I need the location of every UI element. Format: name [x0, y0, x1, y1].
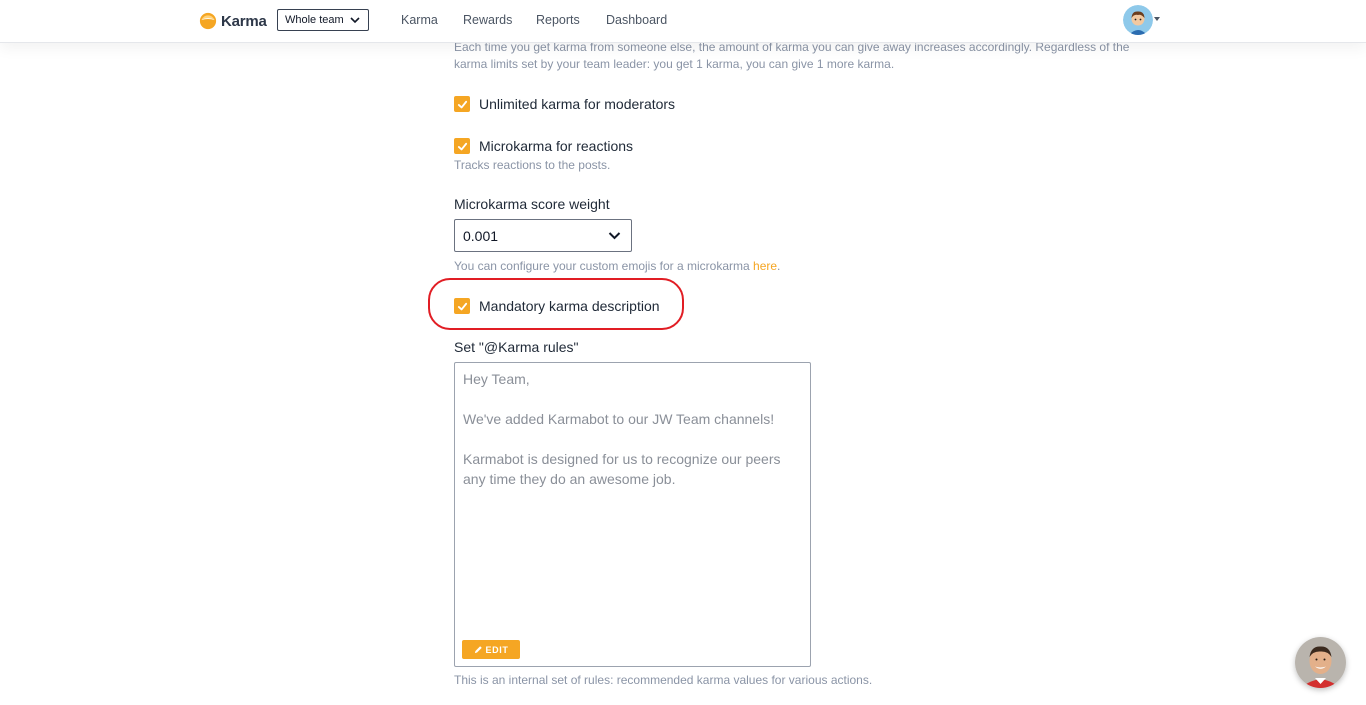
- check-icon: [457, 142, 467, 150]
- karma-intro-text: Each time you get karma from someone els…: [454, 39, 1174, 73]
- karma-rules-textarea[interactable]: Hey Team, We've added Karmabot to our JW…: [454, 362, 811, 667]
- karma-rules-label: Set "@Karma rules": [454, 339, 579, 355]
- nav-dashboard[interactable]: Dashboard: [606, 13, 667, 27]
- nav-reports[interactable]: Reports: [536, 13, 580, 27]
- karma-logo-icon: [199, 12, 217, 30]
- karma-rules-hint: This is an internal set of rules: recomm…: [454, 673, 873, 687]
- team-selector-value: Whole team: [285, 14, 344, 26]
- edit-button-label: EDIT: [485, 644, 509, 655]
- score-weight-hint-text: You can configure your custom emojis for…: [454, 259, 754, 273]
- logo-text: Karma: [221, 12, 267, 30]
- unlimited-karma-checkbox[interactable]: [454, 96, 470, 112]
- unlimited-karma-label: Unlimited karma for moderators: [479, 96, 676, 112]
- nav-rewards[interactable]: Rewards: [463, 13, 512, 27]
- mandatory-description-label: Mandatory karma description: [479, 298, 660, 314]
- microkarma-reactions-hint: Tracks reactions to the posts.: [454, 158, 611, 172]
- top-navigation-bar: Karma Whole team Karma Rewards Reports D…: [0, 0, 1366, 43]
- karma-logo[interactable]: Karma: [199, 11, 267, 31]
- support-chat-avatar[interactable]: [1295, 637, 1346, 688]
- score-weight-hint-suffix: .: [777, 259, 781, 273]
- check-icon: [457, 100, 467, 108]
- pencil-icon: [474, 646, 482, 654]
- avatar-caret-icon[interactable]: [1154, 17, 1160, 21]
- microkarma-reactions-option[interactable]: Microkarma for reactions: [454, 138, 633, 154]
- unlimited-karma-option[interactable]: Unlimited karma for moderators: [454, 96, 675, 112]
- score-weight-label: Microkarma score weight: [454, 196, 610, 212]
- score-weight-select[interactable]: 0.001: [454, 219, 632, 252]
- intro-line-2: karma limits set by your team leader: yo…: [454, 57, 895, 71]
- check-icon: [457, 302, 467, 310]
- score-weight-hint: You can configure your custom emojis for…: [454, 258, 780, 275]
- microkarma-reactions-checkbox[interactable]: [454, 138, 470, 154]
- chevron-down-icon: [350, 17, 360, 24]
- user-avatar[interactable]: [1123, 5, 1153, 35]
- team-selector[interactable]: Whole team: [277, 9, 369, 31]
- nav-karma[interactable]: Karma: [401, 13, 438, 27]
- custom-emojis-link[interactable]: here: [753, 259, 777, 273]
- edit-rules-button[interactable]: EDIT: [462, 640, 520, 659]
- karma-rules-text: Hey Team, We've added Karmabot to our JW…: [463, 371, 781, 487]
- score-weight-value: 0.001: [463, 227, 499, 244]
- microkarma-reactions-label: Microkarma for reactions: [479, 138, 634, 154]
- mandatory-description-option[interactable]: Mandatory karma description: [454, 298, 660, 314]
- mandatory-description-checkbox[interactable]: [454, 298, 470, 314]
- chevron-down-icon: [608, 232, 621, 240]
